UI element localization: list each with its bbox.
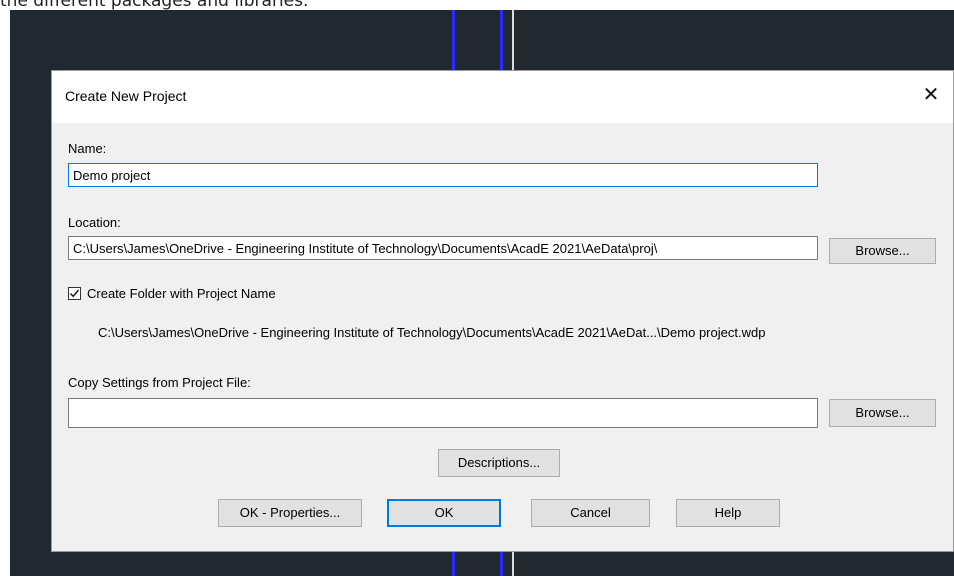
location-browse-button[interactable]: Browse... [829, 238, 936, 264]
name-label: Name: [68, 141, 107, 156]
location-label: Location: [68, 215, 121, 230]
dialog-title: Create New Project [65, 88, 187, 104]
ok-properties-button[interactable]: OK - Properties... [218, 499, 362, 527]
create-new-project-dialog: Create New Project ✕ Name: Location: Bro… [51, 70, 954, 552]
project-path-text: C:\Users\James\OneDrive - Engineering In… [98, 325, 766, 340]
checkmark-icon [69, 289, 80, 298]
cancel-button[interactable]: Cancel [531, 499, 650, 527]
copy-settings-browse-button[interactable]: Browse... [829, 399, 936, 427]
close-icon[interactable]: ✕ [919, 83, 943, 107]
help-button[interactable]: Help [676, 499, 780, 527]
create-folder-label[interactable]: Create Folder with Project Name [87, 286, 276, 301]
name-field[interactable] [68, 163, 818, 187]
create-folder-checkbox[interactable] [68, 287, 81, 300]
copy-settings-label: Copy Settings from Project File: [68, 375, 251, 390]
ok-button[interactable]: OK [387, 499, 501, 527]
dialog-titlebar: Create New Project ✕ [52, 71, 953, 123]
copy-settings-field[interactable] [68, 398, 818, 428]
descriptions-button[interactable]: Descriptions... [438, 449, 560, 477]
location-field[interactable] [68, 236, 818, 260]
